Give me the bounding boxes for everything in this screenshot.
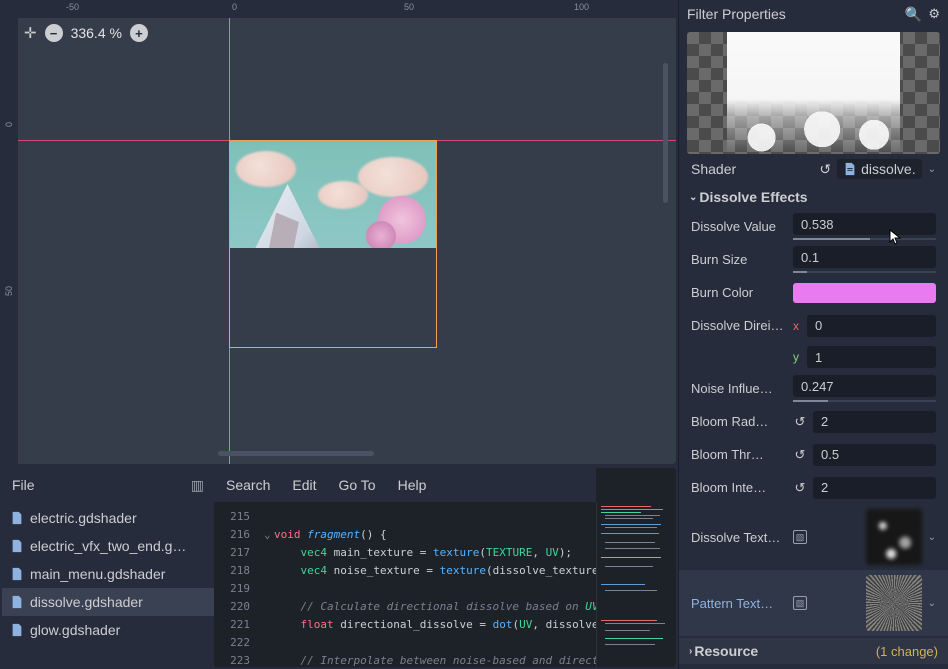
menu-search[interactable]: Search [226,477,270,493]
zoom-out-button[interactable]: − [45,24,63,42]
prop-label-noise-influence: Noise Influe… [691,381,787,396]
script-file-list: electric.gdshaderelectric_vfx_two_end.g…… [2,502,214,667]
ruler-vertical: 0 50 [2,18,18,464]
script-file-item[interactable]: glow.gdshader [2,616,214,644]
reset-icon[interactable]: ↺ [793,414,807,430]
inspector-panel: Filter Properties 🔍 ⚙ Shader ↺ dissolve.… [678,0,948,669]
ruler-horizontal: -50 0 50 100 [18,2,676,18]
chevron-down-icon[interactable]: ⌄ [928,164,936,175]
script-file-item[interactable]: dissolve.gdshader [2,588,214,616]
inspector-title: Filter Properties [687,6,899,22]
reset-icon[interactable]: ↺ [793,480,807,496]
dissolve-value-slider[interactable] [793,238,936,240]
line-gutter: 215216217218219220221222223 [214,502,258,667]
section-dissolve-effects[interactable]: ⌄Dissolve Effects [679,184,948,210]
burn-color-picker[interactable] [793,283,936,303]
prop-label-dissolve-texture: Dissolve Text… [691,530,787,545]
shader-file-icon [10,539,24,553]
viewport-scrollbar-vertical[interactable] [663,63,668,203]
menu-edit[interactable]: Edit [292,477,316,493]
shader-file-icon [843,162,857,176]
dissolve-value-input[interactable] [793,213,936,235]
viewport-2d[interactable]: -50 0 50 100 0 50 [2,2,676,464]
pattern-texture-thumb[interactable] [866,575,922,631]
shader-resource-picker[interactable]: dissolve. [837,159,921,179]
menu-file[interactable]: File [12,477,35,493]
vec-y-label: y [793,350,803,364]
script-file-item[interactable]: main_menu.gdshader [2,560,214,588]
shader-file-icon [10,511,24,525]
menu-goto[interactable]: Go To [338,477,375,493]
script-menu-bar: File ▥ [2,468,214,502]
shader-file-icon [10,567,24,581]
dissolve-dir-y-input[interactable] [807,346,936,368]
bloom-threshold-input[interactable] [813,444,936,466]
script-file-item[interactable]: electric_vfx_two_end.g… [2,532,214,560]
center-view-icon[interactable]: ✛ [24,24,37,42]
prop-label-bloom-threshold: Bloom Thr… [691,447,787,462]
prop-label-burn-color: Burn Color [691,285,787,300]
dissolve-texture-thumb[interactable] [866,509,922,565]
script-file-item[interactable]: electric.gdshader [2,504,214,532]
vec-x-label: x [793,319,803,333]
reset-icon[interactable]: ↺ [793,447,807,463]
prop-label-burn-size: Burn Size [691,252,787,267]
resource-changes-badge: (1 change) [876,644,938,659]
shader-file-icon [10,595,24,609]
search-icon[interactable]: 🔍 [905,6,922,23]
noise-influence-input[interactable] [793,375,936,397]
bloom-radius-input[interactable] [813,411,936,433]
edit-texture-icon[interactable]: ▧ [793,530,807,544]
noise-influence-slider[interactable] [793,400,936,402]
burn-size-slider[interactable] [793,271,936,273]
edit-texture-icon[interactable]: ▧ [793,596,807,610]
texture-preview [687,32,940,154]
canvas-selected-sprite[interactable] [229,140,437,348]
burn-size-input[interactable] [793,246,936,268]
bloom-intensity-input[interactable] [813,477,936,499]
prop-label-bloom-intensity: Bloom Inte… [691,480,787,495]
prop-label-pattern-texture: Pattern Text… [691,596,787,611]
chevron-down-icon[interactable]: ⌄ [928,598,936,609]
shader-file-icon [10,623,24,637]
viewport-scrollbar-horizontal[interactable] [218,451,374,456]
filter-icon[interactable]: ⚙ [928,6,940,22]
panel-layout-icon[interactable]: ▥ [191,477,204,494]
dissolve-dir-x-input[interactable] [807,315,936,337]
zoom-level[interactable]: 336.4 % [71,25,122,41]
prop-label-dissolve-value: Dissolve Value [691,219,787,234]
script-editor: File ▥ electric.gdshaderelectric_vfx_two… [2,468,676,667]
code-minimap[interactable] [596,502,676,667]
reset-icon[interactable]: ↺ [819,161,831,178]
section-resource[interactable]: › Resource (1 change) [679,638,948,664]
zoom-in-button[interactable]: + [130,24,148,42]
shader-property-label: Shader [691,161,813,177]
menu-help[interactable]: Help [398,477,427,493]
prop-label-bloom-radius: Bloom Rad… [691,414,787,429]
chevron-down-icon[interactable]: ⌄ [928,532,936,543]
prop-label-dissolve-direction: Dissolve Direi… [691,318,787,333]
